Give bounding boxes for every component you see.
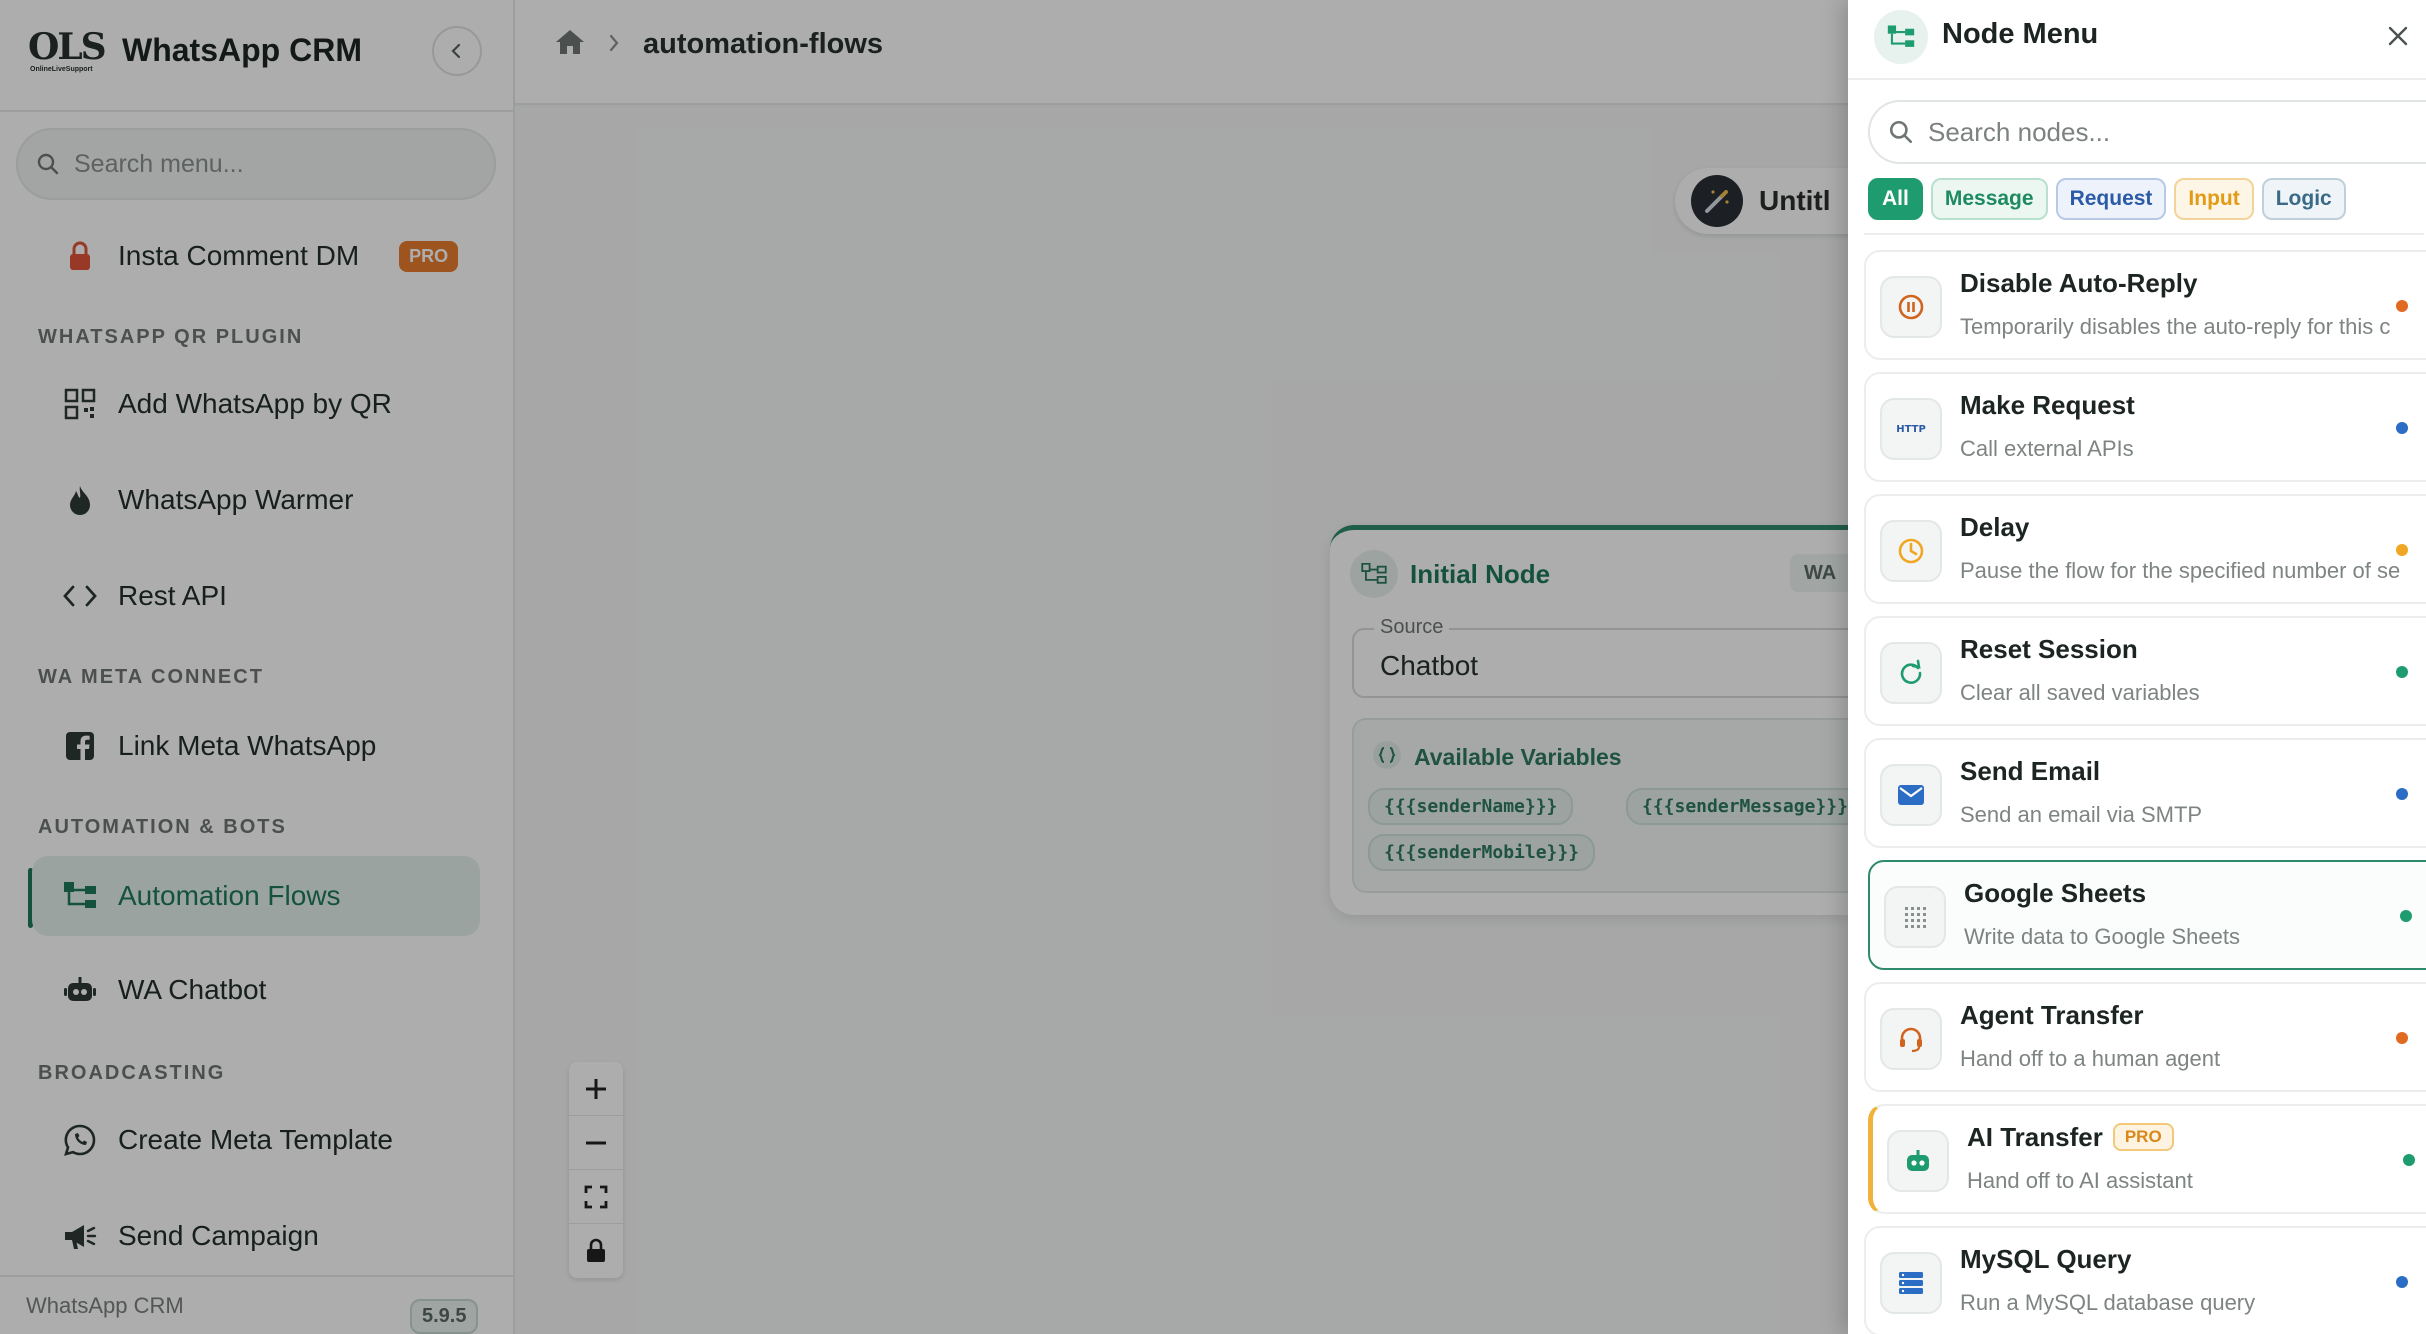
node-option-delay[interactable]: Delay Pause the flow for the specified n… xyxy=(1864,494,2426,604)
filter-request[interactable]: Request xyxy=(2055,178,2167,220)
node-option-title-text: AI Transfer xyxy=(1967,1122,2103,1152)
node-option-make-request[interactable]: HTTP Make Request Call external APIs xyxy=(1864,372,2426,482)
filter-all[interactable]: All xyxy=(1868,178,1923,220)
node-option-description: Send an email via SMTP xyxy=(1960,802,2203,827)
pro-badge: PRO xyxy=(2112,1123,2174,1151)
node-filter-tabs: All Message Request Input Logic xyxy=(1868,178,2354,220)
node-option-google-sheets[interactable]: Google Sheets Write data to Google Sheet… xyxy=(1868,860,2426,970)
filter-message[interactable]: Message xyxy=(1930,178,2048,220)
grid-icon xyxy=(1884,886,1946,948)
node-option-description: Pause the flow for the specified number … xyxy=(1960,558,2401,583)
node-option-title: Make Request xyxy=(1960,390,2135,420)
node-option-disable-auto-reply[interactable]: Disable Auto-Reply Temporarily disables … xyxy=(1864,250,2426,360)
category-dot xyxy=(2396,1276,2408,1288)
node-option-title: MySQL Query xyxy=(1960,1244,2132,1274)
node-option-description: Call external APIs xyxy=(1960,436,2134,461)
node-option-description: Temporarily disables the auto-reply for … xyxy=(1960,314,2391,339)
node-menu-panel: Node Menu All Message Request Input Logi… xyxy=(1848,0,2426,1334)
node-option-title: Disable Auto-Reply xyxy=(1960,268,2198,298)
filter-input[interactable]: Input xyxy=(2174,178,2254,220)
node-option-mysql-query[interactable]: MySQL Query Run a MySQL database query xyxy=(1864,1226,2426,1334)
database-icon xyxy=(1880,1252,1942,1314)
node-option-title: Google Sheets xyxy=(1964,878,2147,908)
category-dot xyxy=(2403,1154,2415,1166)
node-option-description: Write data to Google Sheets xyxy=(1964,924,2240,949)
node-option-title: Delay xyxy=(1960,512,2030,542)
node-option-description: Run a MySQL database query xyxy=(1960,1290,2256,1315)
close-icon[interactable] xyxy=(2380,18,2416,54)
clock-icon xyxy=(1880,520,1942,582)
modal-backdrop[interactable] xyxy=(0,0,1848,1334)
node-search-input[interactable] xyxy=(1928,116,2408,148)
node-search[interactable] xyxy=(1868,100,2426,164)
node-option-reset-session[interactable]: Reset Session Clear all saved variables xyxy=(1864,616,2426,726)
node-option-title: Reset Session xyxy=(1960,634,2138,664)
category-dot xyxy=(2396,422,2408,434)
node-option-ai-transfer[interactable]: AI Transfer PRO Hand off to AI assistant xyxy=(1868,1104,2426,1214)
refresh-icon xyxy=(1880,642,1942,704)
category-dot xyxy=(2396,788,2408,800)
node-option-title: AI Transfer PRO xyxy=(1967,1122,2174,1153)
mail-icon xyxy=(1880,764,1942,826)
category-dot xyxy=(2400,910,2412,922)
category-dot xyxy=(2396,1032,2408,1044)
category-dot xyxy=(2396,300,2408,312)
node-menu-header: Node Menu xyxy=(1848,0,2426,80)
pause-icon xyxy=(1880,276,1942,338)
node-option-title: Agent Transfer xyxy=(1960,1000,2144,1030)
node-option-send-email[interactable]: Send Email Send an email via SMTP xyxy=(1864,738,2426,848)
category-dot xyxy=(2396,544,2408,556)
headset-icon xyxy=(1880,1008,1942,1070)
category-dot xyxy=(2396,666,2408,678)
node-option-description: Hand off to a human agent xyxy=(1960,1046,2221,1071)
list-divider xyxy=(1864,233,2424,235)
flow-icon xyxy=(1874,10,1928,64)
node-option-description: Hand off to AI assistant xyxy=(1967,1168,2193,1193)
http-icon: HTTP xyxy=(1880,398,1942,460)
node-option-description: Clear all saved variables xyxy=(1960,680,2200,705)
node-option-title: Send Email xyxy=(1960,756,2101,786)
node-menu-title: Node Menu xyxy=(1942,18,2099,50)
search-icon xyxy=(1889,120,1913,144)
filter-logic[interactable]: Logic xyxy=(2261,178,2346,220)
bot-icon xyxy=(1887,1130,1949,1192)
node-option-agent-transfer[interactable]: Agent Transfer Hand off to a human agent xyxy=(1864,982,2426,1092)
